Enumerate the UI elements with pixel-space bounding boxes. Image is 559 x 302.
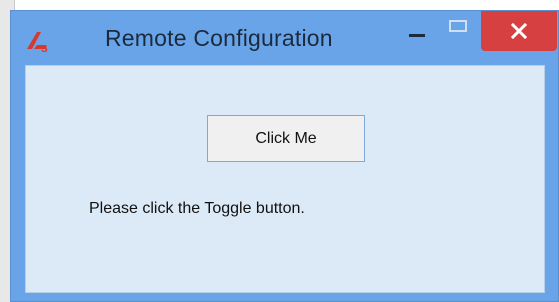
maximize-icon [449,20,467,32]
close-icon [510,23,528,39]
click-me-button[interactable]: Click Me [207,115,365,162]
window-title: Remote Configuration [105,25,333,51]
close-button[interactable] [481,11,557,51]
window-content: Click Me Please click the Toggle button. [25,65,545,293]
instruction-text: Please click the Toggle button. [89,200,305,217]
minimize-icon [409,34,425,37]
maximize-button[interactable] [441,11,485,51]
app-window: S Remote Configuration Click Me Please c… [10,10,559,302]
title-bar[interactable]: S Remote Configuration [11,11,558,65]
minimize-button[interactable] [397,11,441,51]
app-logo-icon: S [25,29,53,55]
svg-text:S: S [41,44,48,53]
